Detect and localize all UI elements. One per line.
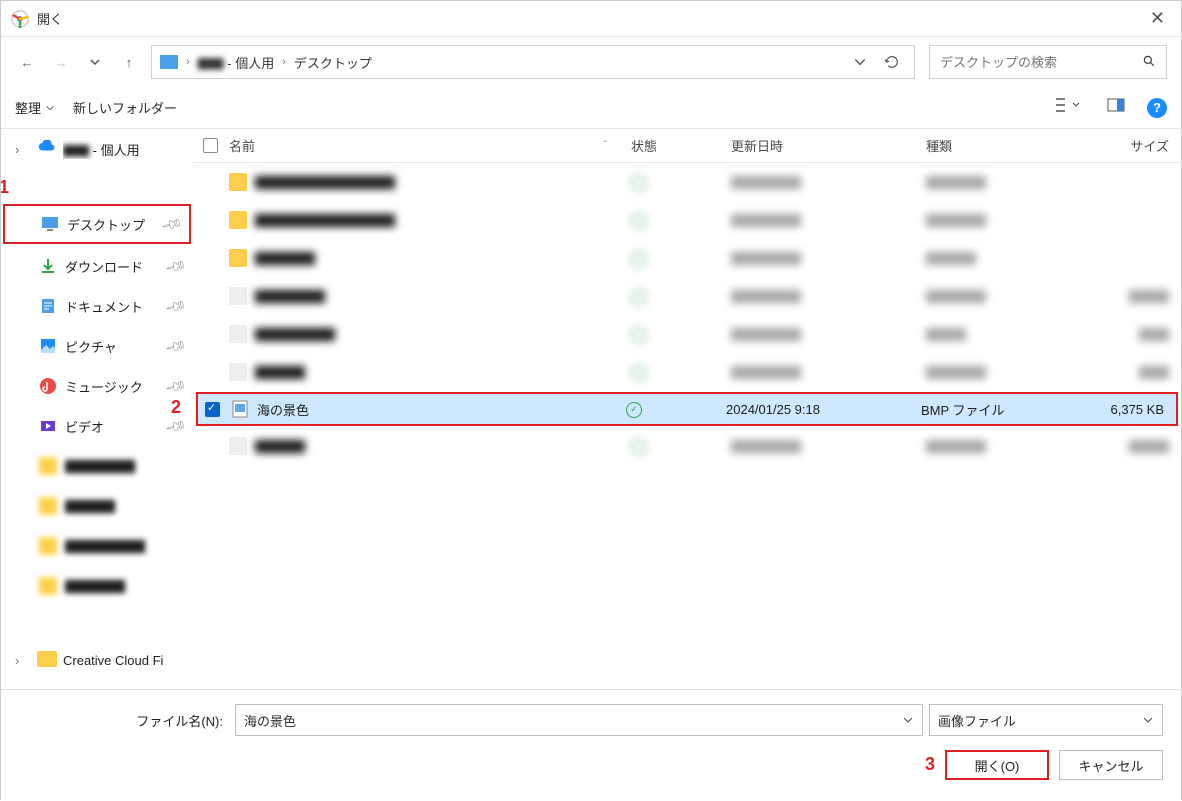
pin-icon[interactable]: 📌︎ xyxy=(164,254,188,278)
sidebar-item-label: ミュージック xyxy=(65,377,159,396)
sidebar-onedrive[interactable]: › ▇▇ - 個人用 xyxy=(1,129,193,169)
breadcrumb-user[interactable]: ▇▇ - 個人用 xyxy=(198,53,275,72)
sidebar-item-label: ダウンロード xyxy=(65,257,159,276)
chevron-right-icon[interactable]: › xyxy=(278,56,290,68)
list-header: 名前ˇ 状態 更新日時 種類 サイズ xyxy=(193,129,1181,163)
sidebar-item-label: ビデオ xyxy=(65,417,159,436)
sidebar-item-hidden[interactable]: ▇▇▇▇▇▇▇ xyxy=(1,446,193,486)
pin-icon[interactable]: 📌︎ xyxy=(164,294,188,318)
view-menu-icon[interactable] xyxy=(1051,97,1085,118)
sidebar-item-videos[interactable]: ビデオ 📌︎ xyxy=(1,406,193,446)
pin-icon[interactable]: 📌︎ xyxy=(160,212,184,236)
sidebar-item-music[interactable]: ミュージック 📌︎ xyxy=(1,366,193,406)
filename-input[interactable]: 海の景色 xyxy=(235,704,923,736)
file-size: 6,375 KB xyxy=(1076,402,1176,417)
file-list: 名前ˇ 状態 更新日時 種類 サイズ ▇▇▇▇▇▇▇▇▇▇▇▇▇▇✓▇▇▇▇▇▇… xyxy=(193,129,1181,689)
sidebar-item-label: ピクチャ xyxy=(65,337,159,356)
title-bar: 開く ✕ xyxy=(1,1,1181,37)
sidebar-item-pictures[interactable]: ピクチャ 📌︎ xyxy=(1,326,193,366)
list-item[interactable]: ▇▇▇▇▇▇▇▇✓▇▇▇▇▇▇▇▇▇▇▇▇▇▇ xyxy=(193,315,1181,353)
list-item[interactable]: ▇▇▇▇▇▇✓▇▇▇▇▇▇▇▇▇▇▇▇ xyxy=(193,239,1181,277)
file-type: BMP ファイル xyxy=(921,400,1076,419)
music-icon xyxy=(39,377,57,395)
sidebar: › ▇▇ - 個人用 1 デスクトップ 📌︎ ダウンロード 📌︎ ドキュメント … xyxy=(1,129,193,689)
sidebar-item-downloads[interactable]: ダウンロード 📌︎ xyxy=(1,246,193,286)
chevron-down-icon[interactable] xyxy=(1142,714,1154,726)
breadcrumb-dropdown-icon[interactable] xyxy=(846,55,874,69)
file-date: 2024/01/25 9:18 xyxy=(726,402,921,417)
row-checkbox[interactable] xyxy=(205,402,231,417)
breadcrumb[interactable]: › ▇▇ - 個人用 › デスクトップ xyxy=(151,45,915,79)
sidebar-item-desktop[interactable]: デスクトップ 📌︎ xyxy=(3,204,191,244)
chevron-down-icon[interactable] xyxy=(902,714,914,726)
close-icon[interactable]: ✕ xyxy=(1144,8,1171,29)
column-size[interactable]: サイズ xyxy=(1081,136,1181,155)
video-icon xyxy=(39,417,57,435)
chrome-icon xyxy=(11,10,29,28)
image-file-icon xyxy=(231,400,249,418)
column-date[interactable]: 更新日時 xyxy=(731,136,926,155)
back-icon[interactable]: ← xyxy=(15,50,39,74)
download-icon xyxy=(39,257,57,275)
list-item[interactable]: ▇▇▇▇▇✓▇▇▇▇▇▇▇▇▇▇▇▇▇▇▇▇ xyxy=(193,353,1181,391)
search-icon[interactable] xyxy=(1142,54,1156,71)
list-item[interactable]: ▇▇▇▇▇▇▇▇▇▇▇▇▇▇✓▇▇▇▇▇▇▇▇▇▇▇▇▇ xyxy=(193,163,1181,201)
sidebar-item-creative-cloud[interactable]: › Creative Cloud Fi xyxy=(1,640,193,680)
document-icon xyxy=(39,297,57,315)
list-item[interactable]: ▇▇▇▇▇▇▇▇▇▇▇▇▇▇✓▇▇▇▇▇▇▇▇▇▇▇▇▇ xyxy=(193,201,1181,239)
sidebar-item-label: ▇▇ - 個人用 xyxy=(63,140,193,159)
organize-menu[interactable]: 整理 xyxy=(15,98,55,117)
column-name[interactable]: 名前ˇ xyxy=(229,136,631,155)
help-icon[interactable]: ? xyxy=(1147,98,1167,118)
picture-icon xyxy=(39,337,57,355)
column-type[interactable]: 種類 xyxy=(926,136,1081,155)
window-title: 開く xyxy=(37,9,1144,28)
sidebar-item-hidden[interactable]: ▇▇▇▇▇▇▇▇ xyxy=(1,526,193,566)
filename-label: ファイル名(N): xyxy=(19,711,229,730)
forward-icon[interactable]: → xyxy=(49,50,73,74)
filetype-value: 画像ファイル xyxy=(938,711,1016,730)
list-item-selected[interactable]: 海の景色 ✓ 2024/01/25 9:18 BMP ファイル 6,375 KB xyxy=(196,392,1178,426)
nav-bar: ← → ↑ › ▇▇ - 個人用 › デスクトップ xyxy=(1,37,1181,87)
recent-dropdown-icon[interactable] xyxy=(83,50,107,74)
toolbar: 整理 新しいフォルダー ? xyxy=(1,87,1181,129)
filetype-dropdown[interactable]: 画像ファイル xyxy=(929,704,1163,736)
sidebar-item-label: デスクトップ xyxy=(67,215,155,234)
chevron-right-icon[interactable]: › xyxy=(15,653,29,668)
folder-icon xyxy=(37,651,55,669)
breadcrumb-desktop[interactable]: デスクトップ xyxy=(294,53,372,72)
filename-value: 海の景色 xyxy=(244,711,296,730)
cancel-button[interactable]: キャンセル xyxy=(1059,750,1163,780)
pin-icon[interactable]: 📌︎ xyxy=(164,414,188,438)
file-name: 海の景色 xyxy=(257,400,309,419)
sort-indicator-icon: ˇ xyxy=(604,140,607,151)
sidebar-item-hidden[interactable]: ▇▇▇▇▇▇ xyxy=(1,566,193,606)
annotation-3: 3 xyxy=(925,754,935,784)
refresh-icon[interactable] xyxy=(878,54,906,70)
select-all-checkbox[interactable] xyxy=(203,138,229,153)
sidebar-item-hidden[interactable]: ▇▇▇▇▇ xyxy=(1,486,193,526)
list-item[interactable]: ▇▇▇▇▇▇▇✓▇▇▇▇▇▇▇▇▇▇▇▇▇▇▇▇▇ xyxy=(193,277,1181,315)
sync-ok-icon: ✓ xyxy=(626,402,642,418)
search-input[interactable] xyxy=(929,45,1167,79)
search-field[interactable] xyxy=(940,55,1142,70)
sidebar-item-label: Creative Cloud Fi xyxy=(63,653,193,668)
new-folder-button[interactable]: 新しいフォルダー xyxy=(73,98,177,117)
footer: ファイル名(N): 海の景色 画像ファイル 3 開く(O) キャンセル xyxy=(1,689,1181,801)
pin-icon[interactable]: 📌︎ xyxy=(164,374,188,398)
cloud-icon xyxy=(37,140,55,158)
column-state[interactable]: 状態 xyxy=(631,136,731,155)
sidebar-item-label: ドキュメント xyxy=(65,297,159,316)
monitor-icon xyxy=(160,55,178,69)
sidebar-item-documents[interactable]: ドキュメント 📌︎ xyxy=(1,286,193,326)
open-button[interactable]: 開く(O) xyxy=(945,750,1049,780)
chevron-right-icon[interactable]: › xyxy=(15,142,29,157)
chevron-right-icon[interactable]: › xyxy=(182,56,194,68)
up-icon[interactable]: ↑ xyxy=(117,50,141,74)
desktop-icon xyxy=(41,215,59,233)
pin-icon[interactable]: 📌︎ xyxy=(164,334,188,358)
list-item[interactable]: ▇▇▇▇▇✓▇▇▇▇▇▇▇▇▇▇▇▇▇▇▇▇▇ xyxy=(193,427,1181,465)
preview-pane-icon[interactable] xyxy=(1103,98,1129,117)
